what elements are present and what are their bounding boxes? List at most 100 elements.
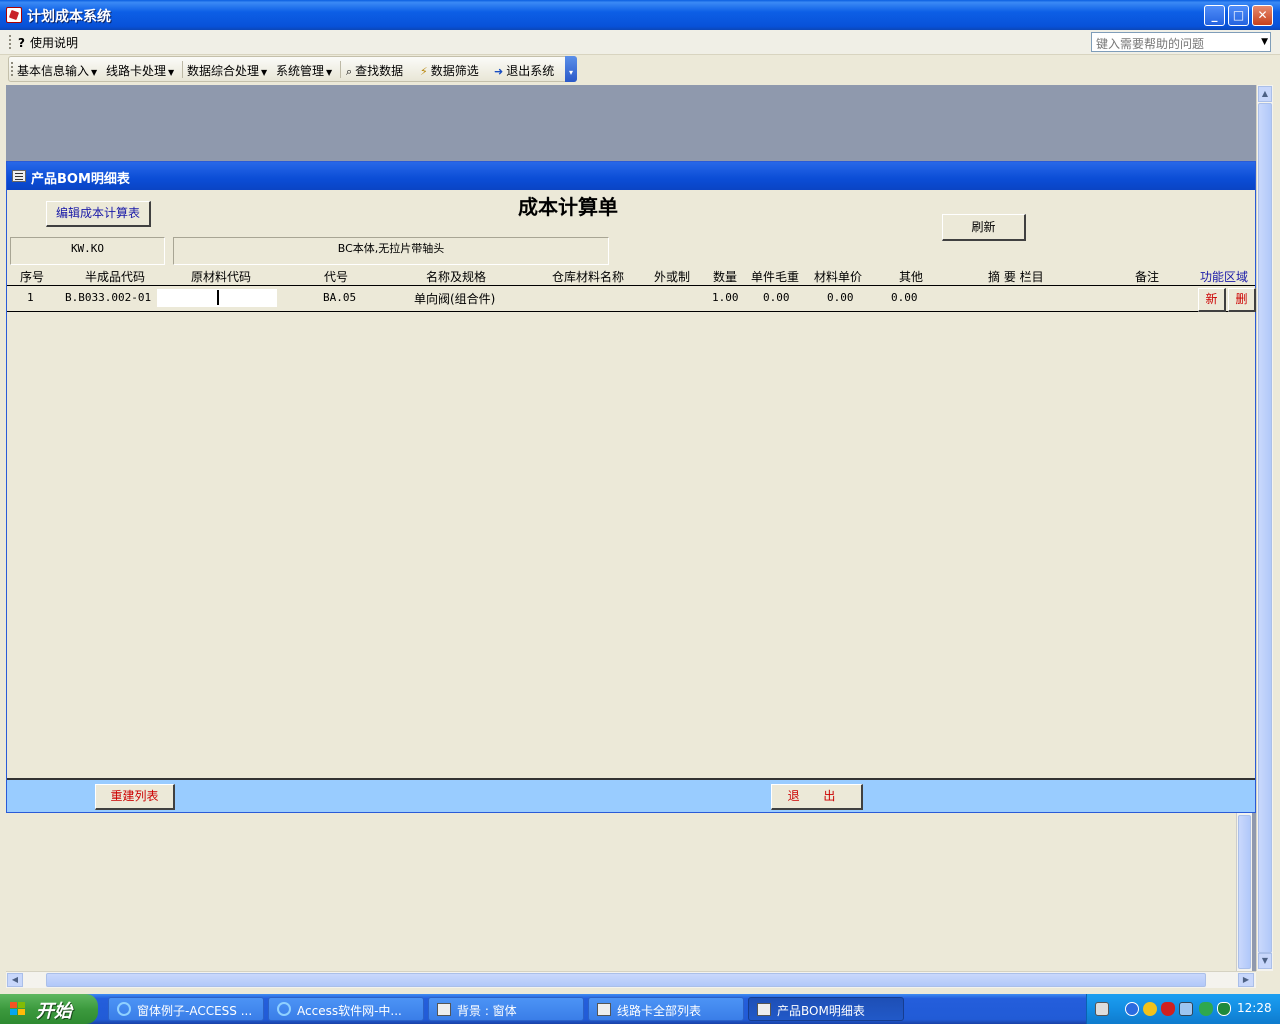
scroll-left-icon[interactable]: ◀ bbox=[7, 973, 23, 987]
scroll-up-icon[interactable]: ▲ bbox=[1258, 86, 1272, 102]
col-warehouse-name: 仓库材料名称 bbox=[552, 270, 625, 284]
antivirus-icon[interactable] bbox=[1161, 1002, 1175, 1016]
toolbar-grip bbox=[11, 62, 14, 76]
menu-data-processing-label: 数据综合处理 bbox=[187, 64, 260, 78]
refresh-button[interactable]: 刷新 bbox=[942, 214, 1026, 241]
menu-route-card[interactable]: 线路卡处理 ▼ bbox=[106, 62, 174, 79]
taskbar-item-label: Access软件网-中... bbox=[297, 1004, 402, 1018]
maximize-button[interactable]: □ bbox=[1228, 5, 1249, 26]
app-icon bbox=[6, 7, 22, 23]
ie-icon bbox=[117, 1002, 131, 1016]
col-function: 功能区域 bbox=[1200, 270, 1249, 284]
cell-semi-code: B.B033.002-01 bbox=[65, 291, 152, 304]
form-icon bbox=[597, 1003, 611, 1016]
col-code: 代号 bbox=[324, 270, 349, 284]
toolbar-separator bbox=[340, 61, 341, 78]
col-ext: 外或制 bbox=[654, 270, 691, 284]
form-footer: 重建列表 退 出 bbox=[7, 778, 1255, 812]
help-icon: ? bbox=[18, 36, 25, 50]
arrow-right-icon: ➜ bbox=[494, 65, 504, 78]
toolbar: 基本信息输入 ▼ 线路卡处理 ▼ 数据综合处理 ▼ 系统管理 ▼ ⌕ 查找数据 ⚡ 数据筛选… bbox=[8, 56, 577, 82]
taskbar-item-bom-detail[interactable]: 产品BOM明细表 bbox=[748, 997, 904, 1021]
rebuild-list-button[interactable]: 重建列表 bbox=[95, 784, 175, 810]
filter-data-label: 数据筛选 bbox=[430, 64, 479, 78]
form-icon bbox=[437, 1003, 451, 1016]
inner-vertical-scrollbar[interactable] bbox=[1236, 813, 1252, 971]
caret-down-icon: ▼ bbox=[261, 68, 268, 77]
col-weight: 单件毛重 bbox=[751, 270, 800, 284]
minimize-button[interactable]: _ bbox=[1204, 5, 1225, 26]
menu-system-admin-label: 系统管理 bbox=[276, 64, 325, 78]
network-icon[interactable] bbox=[1179, 1002, 1193, 1016]
binoculars-icon: ⌕ bbox=[346, 65, 353, 78]
col-price: 材料单价 bbox=[814, 270, 863, 284]
dropdown-arrow-icon[interactable]: ▼ bbox=[1261, 37, 1268, 47]
find-data-button[interactable]: ⌕ 查找数据 bbox=[346, 62, 403, 79]
cell-qty: 1.00 bbox=[712, 291, 739, 304]
cell-other: 0.00 bbox=[891, 291, 918, 304]
col-seq: 序号 bbox=[20, 270, 45, 284]
table-row: 1 B.B033.002-01 BA.05 单向阀(组合件) 1.00 0.00… bbox=[7, 286, 1256, 312]
chevron-left-icon[interactable] bbox=[1125, 1002, 1139, 1016]
taskbar-item-access-site[interactable]: Access软件网-中... bbox=[268, 997, 424, 1021]
close-button[interactable]: ✕ bbox=[1252, 5, 1273, 26]
scrollbar-thumb[interactable] bbox=[1238, 815, 1251, 969]
exit-button[interactable]: 退 出 bbox=[771, 784, 863, 810]
keyboard-icon[interactable] bbox=[1095, 1002, 1109, 1016]
help-search-input[interactable]: 键入需要帮助的问题 ▼ bbox=[1091, 32, 1271, 52]
col-other: 其他 bbox=[899, 270, 924, 284]
security-shield-icon[interactable] bbox=[1217, 1002, 1231, 1016]
scrollbar-thumb[interactable] bbox=[1258, 103, 1272, 953]
menu-basic-info-label: 基本信息输入 bbox=[17, 64, 90, 78]
col-name-spec: 名称及规格 bbox=[426, 270, 487, 284]
form-title: 产品BOM明细表 bbox=[31, 172, 130, 187]
product-code-field: KW.KO bbox=[10, 237, 165, 265]
exit-system-label: 退出系统 bbox=[506, 64, 555, 78]
bom-detail-form: 产品BOM明细表 编辑成本计算表 成本计算单 刷新 KW.KO BC本体,无拉片… bbox=[6, 161, 1256, 813]
new-row-button[interactable]: 新 bbox=[1198, 288, 1226, 312]
delete-row-button[interactable]: 删 bbox=[1228, 288, 1256, 312]
help-menu-item[interactable]: ? 使用说明 bbox=[18, 34, 78, 51]
taskbar-item-label: 产品BOM明细表 bbox=[777, 1004, 865, 1018]
scroll-down-icon[interactable]: ▼ bbox=[1258, 953, 1272, 969]
scroll-right-icon[interactable]: ▶ bbox=[1238, 973, 1254, 987]
menu-system-admin[interactable]: 系统管理 ▼ bbox=[276, 62, 332, 79]
cell-price: 0.00 bbox=[827, 291, 854, 304]
edit-cost-sheet-button[interactable]: 编辑成本计算表 bbox=[46, 201, 151, 227]
taskbar-item-route-card-list[interactable]: 线路卡全部列表 bbox=[588, 997, 744, 1021]
ie-icon bbox=[277, 1002, 291, 1016]
help-search-placeholder: 键入需要帮助的问题 bbox=[1096, 37, 1205, 51]
menu-grip bbox=[9, 35, 12, 49]
menu-basic-info[interactable]: 基本信息输入 ▼ bbox=[17, 62, 97, 79]
menu-data-processing[interactable]: 数据综合处理 ▼ bbox=[187, 62, 267, 79]
toolbar-overflow-icon[interactable]: ▾ bbox=[565, 56, 577, 82]
menu-bar: ? 使用说明 键入需要帮助的问题 ▼ bbox=[0, 30, 1280, 55]
taskbar-item-access-example[interactable]: 窗体例子-ACCESS ... bbox=[108, 997, 264, 1021]
exit-system-button[interactable]: ➜ 退出系统 bbox=[494, 62, 554, 79]
col-qty: 数量 bbox=[713, 270, 738, 284]
col-semi-code: 半成品代码 bbox=[85, 270, 146, 284]
filter-data-button[interactable]: ⚡ 数据筛选 bbox=[420, 62, 479, 79]
shield-icon[interactable] bbox=[1199, 1002, 1213, 1016]
cell-seq: 1 bbox=[27, 291, 34, 304]
cell-code: BA.05 bbox=[323, 291, 357, 304]
raw-material-code-input[interactable] bbox=[157, 289, 277, 307]
title-bar: 计划成本系统 _ □ ✕ bbox=[0, 0, 1280, 30]
taskbar-item-label: 背景 : 窗体 bbox=[457, 1004, 517, 1018]
form-icon bbox=[12, 170, 26, 182]
background-form-area bbox=[6, 813, 1236, 971]
find-data-label: 查找数据 bbox=[355, 64, 404, 78]
scrollbar-thumb[interactable] bbox=[46, 973, 1206, 987]
taskbar-item-label: 窗体例子-ACCESS ... bbox=[137, 1004, 253, 1018]
page-title: 成本计算单 bbox=[518, 195, 618, 219]
taskbar-item-background-form[interactable]: 背景 : 窗体 bbox=[428, 997, 584, 1021]
start-button[interactable]: 开始 bbox=[0, 994, 98, 1024]
horizontal-scrollbar[interactable]: ◀ ▶ bbox=[6, 971, 1256, 988]
toolbar-separator bbox=[182, 61, 183, 78]
qq-icon[interactable] bbox=[1143, 1002, 1157, 1016]
col-raw-code: 原材料代码 bbox=[191, 270, 252, 284]
col-summary: 摘 要 栏目 bbox=[988, 270, 1044, 284]
vertical-scrollbar[interactable]: ▲ ▼ bbox=[1256, 85, 1273, 971]
filter-icon: ⚡ bbox=[420, 65, 428, 78]
windows-flag-icon bbox=[10, 1002, 26, 1016]
